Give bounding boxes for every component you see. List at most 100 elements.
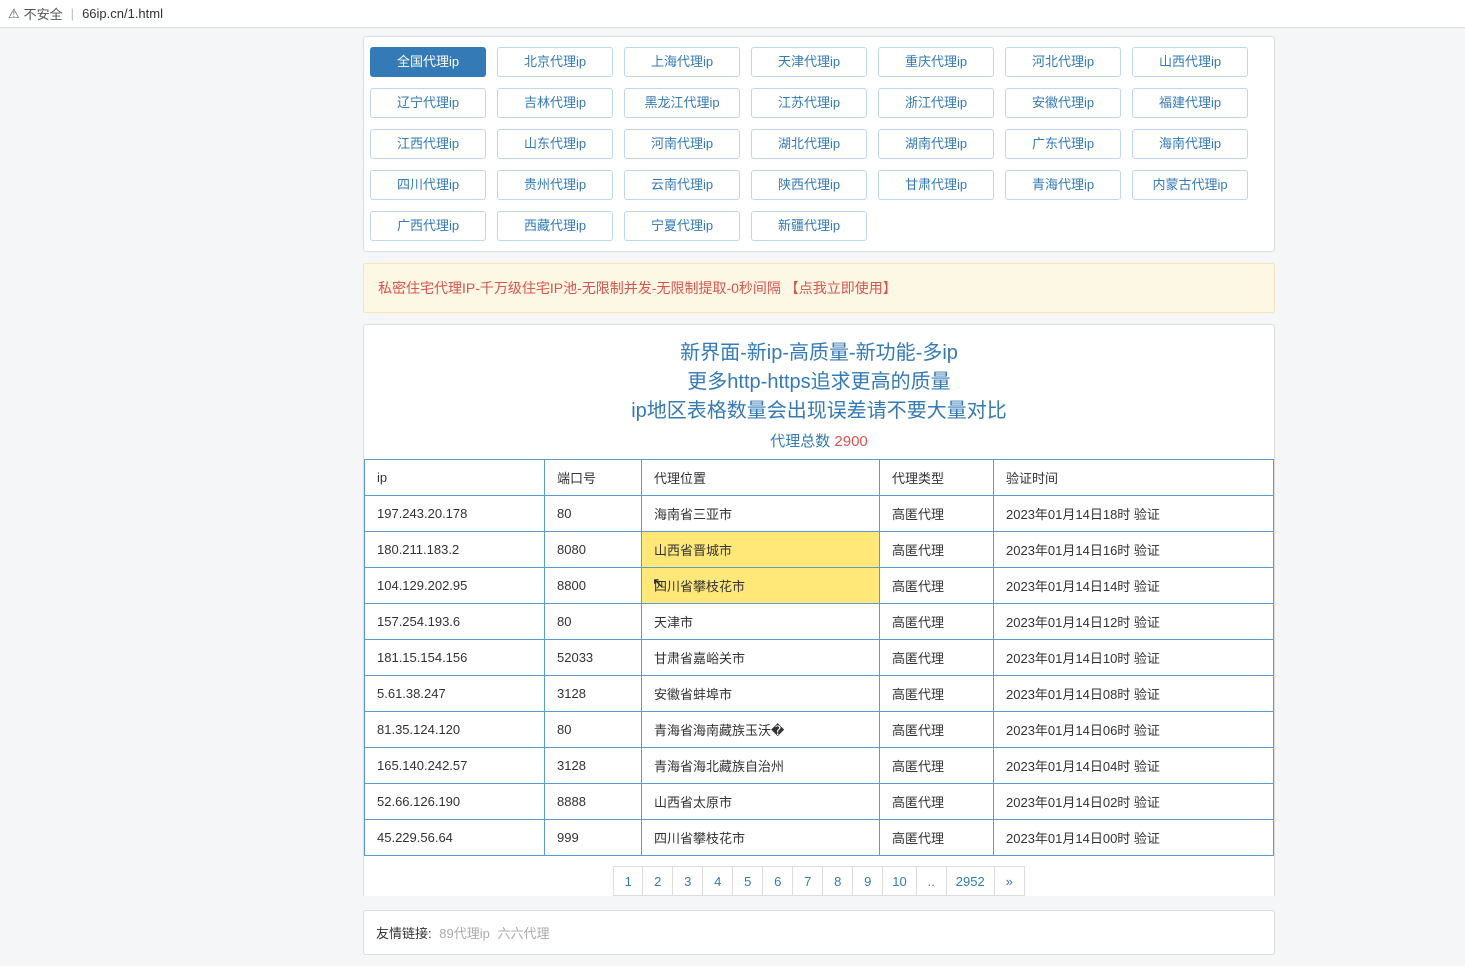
region-btn[interactable]: 天津代理ip	[751, 47, 867, 77]
cell-loc: 天津市	[642, 604, 880, 640]
page-number[interactable]: 10	[883, 866, 916, 896]
friend-link[interactable]: 六六代理	[497, 926, 549, 941]
page-number[interactable]: 3	[673, 866, 703, 896]
cell-time: 2023年01月14日00时 验证	[994, 820, 1274, 856]
proxy-table: ip 端口号 代理位置 代理类型 验证时间 197.243.20.17880海南…	[364, 459, 1274, 856]
region-btn[interactable]: 贵州代理ip	[497, 170, 613, 200]
insecure-icon: ⚠	[8, 6, 20, 22]
address-bar: ⚠ 不安全 | 66ip.cn/1.html	[0, 0, 1465, 28]
region-btn[interactable]: 青海代理ip	[1005, 170, 1121, 200]
cell-port: 8080	[545, 532, 642, 568]
region-btn[interactable]: 宁夏代理ip	[624, 211, 740, 241]
cell-loc: 四川省攀枝花市	[642, 820, 880, 856]
region-btn[interactable]: 新疆代理ip	[751, 211, 867, 241]
region-btn[interactable]: 河南代理ip	[624, 129, 740, 159]
page-number[interactable]: 5	[733, 866, 763, 896]
cell-port: 999	[545, 820, 642, 856]
cell-port: 80	[545, 496, 642, 532]
region-btn[interactable]: 海南代理ip	[1132, 129, 1248, 159]
region-btn[interactable]: 内蒙古代理ip	[1132, 170, 1248, 200]
region-btn[interactable]: 山西代理ip	[1132, 47, 1248, 77]
region-btn[interactable]: 河北代理ip	[1005, 47, 1121, 77]
cell-port: 3128	[545, 676, 642, 712]
address-url[interactable]: 66ip.cn/1.html	[82, 6, 163, 21]
cell-loc: 四川省攀枝花市↖	[642, 568, 880, 604]
cell-type: 高匿代理	[880, 748, 994, 784]
cell-loc: 安徽省蚌埠市	[642, 676, 880, 712]
cursor-icon: ↖	[652, 574, 665, 592]
friend-link[interactable]: 89代理ip	[439, 926, 490, 941]
table-row: 45.229.56.64999四川省攀枝花市高匿代理2023年01月14日00时…	[365, 820, 1274, 856]
region-btn[interactable]: 云南代理ip	[624, 170, 740, 200]
region-btn[interactable]: 浙江代理ip	[878, 88, 994, 118]
region-btn[interactable]: 安徽代理ip	[1005, 88, 1121, 118]
region-btn[interactable]: 重庆代理ip	[878, 47, 994, 77]
proxy-count-value: 2900	[834, 433, 867, 450]
page-number[interactable]: 1	[613, 866, 643, 896]
cell-time: 2023年01月14日06时 验证	[994, 712, 1274, 748]
cell-time: 2023年01月14日02时 验证	[994, 784, 1274, 820]
table-row: 181.15.154.15652033甘肃省嘉峪关市高匿代理2023年01月14…	[365, 640, 1274, 676]
page-number[interactable]: 7	[793, 866, 823, 896]
cell-loc: 海南省三亚市	[642, 496, 880, 532]
cell-loc: 山西省太原市	[642, 784, 880, 820]
region-btn[interactable]: 辽宁代理ip	[370, 88, 486, 118]
region-btn[interactable]: 福建代理ip	[1132, 88, 1248, 118]
cell-ip: 197.243.20.178	[365, 496, 545, 532]
headline-line-2: 更多http-https追求更高的质量	[364, 368, 1274, 397]
cell-port: 3128	[545, 748, 642, 784]
region-btn[interactable]: 全国代理ip	[370, 47, 486, 77]
cell-type: 高匿代理	[880, 784, 994, 820]
table-row: 104.129.202.958800四川省攀枝花市↖高匿代理2023年01月14…	[365, 568, 1274, 604]
cell-time: 2023年01月14日14时 验证	[994, 568, 1274, 604]
cell-port: 80	[545, 712, 642, 748]
col-header-port: 端口号	[545, 460, 642, 496]
region-btn[interactable]: 湖北代理ip	[751, 129, 867, 159]
table-row: 157.254.193.680天津市高匿代理2023年01月14日12时 验证	[365, 604, 1274, 640]
region-btn[interactable]: 甘肃代理ip	[878, 170, 994, 200]
region-btn[interactable]: 广西代理ip	[370, 211, 486, 241]
cell-loc: 山西省晋城市	[642, 532, 880, 568]
page-ellipsis: ..	[917, 866, 947, 896]
cell-time: 2023年01月14日04时 验证	[994, 748, 1274, 784]
address-separator: |	[71, 6, 74, 21]
cell-ip: 157.254.193.6	[365, 604, 545, 640]
page-number[interactable]: 9	[853, 866, 883, 896]
region-btn[interactable]: 广东代理ip	[1005, 129, 1121, 159]
region-btn[interactable]: 陕西代理ip	[751, 170, 867, 200]
cell-time: 2023年01月14日12时 验证	[994, 604, 1274, 640]
region-btn[interactable]: 江苏代理ip	[751, 88, 867, 118]
region-btn[interactable]: 吉林代理ip	[497, 88, 613, 118]
table-row: 81.35.124.12080青海省海南藏族玉沃�高匿代理2023年01月14日…	[365, 712, 1274, 748]
cell-loc: 青海省海南藏族玉沃�	[642, 712, 880, 748]
headline-panel: 新界面-新ip-高质量-新功能-多ip 更多http-https追求更高的质量 …	[363, 324, 1275, 896]
region-btn[interactable]: 江西代理ip	[370, 129, 486, 159]
cell-ip: 104.129.202.95	[365, 568, 545, 604]
col-header-ip: ip	[365, 460, 545, 496]
page-next[interactable]: »	[995, 866, 1025, 896]
cell-type: 高匿代理	[880, 640, 994, 676]
cell-port: 52033	[545, 640, 642, 676]
friend-links-panel: 友情链接: 89代理ip 六六代理	[363, 910, 1275, 955]
cell-type: 高匿代理	[880, 568, 994, 604]
region-btn[interactable]: 四川代理ip	[370, 170, 486, 200]
promo-banner[interactable]: 私密住宅代理IP-千万级住宅IP池-无限制并发-无限制提取-0秒间隔 【点我立即…	[363, 263, 1275, 313]
region-btn[interactable]: 湖南代理ip	[878, 129, 994, 159]
page-number[interactable]: 2	[643, 866, 673, 896]
cell-type: 高匿代理	[880, 820, 994, 856]
cell-type: 高匿代理	[880, 604, 994, 640]
page-number[interactable]: 8	[823, 866, 853, 896]
proxy-count-line: 代理总数 2900	[364, 430, 1274, 451]
cell-time: 2023年01月14日10时 验证	[994, 640, 1274, 676]
region-btn[interactable]: 黑龙江代理ip	[624, 88, 740, 118]
page-number[interactable]: 4	[703, 866, 733, 896]
page-number[interactable]: 6	[763, 866, 793, 896]
region-btn[interactable]: 北京代理ip	[497, 47, 613, 77]
cell-ip: 5.61.38.247	[365, 676, 545, 712]
page-number[interactable]: 2952	[947, 866, 995, 896]
table-header-row: ip 端口号 代理位置 代理类型 验证时间	[365, 460, 1274, 496]
region-btn[interactable]: 上海代理ip	[624, 47, 740, 77]
region-btn[interactable]: 西藏代理ip	[497, 211, 613, 241]
region-btn[interactable]: 山东代理ip	[497, 129, 613, 159]
insecure-label: 不安全	[24, 4, 63, 23]
